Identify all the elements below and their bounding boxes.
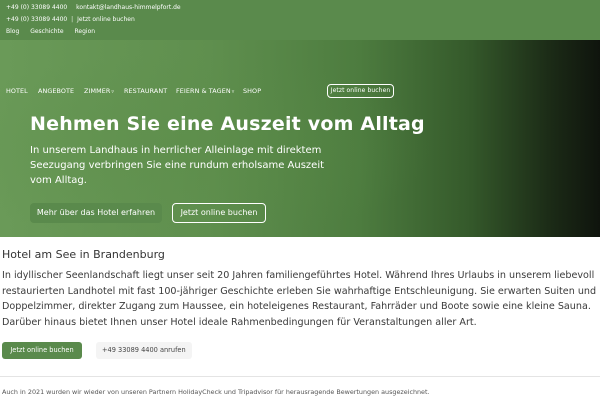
awards-note: Auch in 2021 wurden wir wieder von unser… [2, 388, 430, 396]
top-bar: +49 (0) 33089 4400 kontakt@landhaus-himm… [0, 0, 600, 40]
nav-item-hotel[interactable]: HOTEL [6, 87, 28, 95]
section-title: Hotel am See in Brandenburg [2, 248, 165, 261]
nav-item-shop[interactable]: SHOP [243, 87, 261, 95]
hero-banner: HOTEL ANGEBOTE ZIMMER▿ RESTAURANT FEIERN… [0, 40, 600, 237]
phone-link-secondary[interactable]: +49 (0) 33089 4400 [6, 16, 67, 23]
nav-item-restaurant[interactable]: RESTAURANT [124, 87, 167, 95]
book-online-button[interactable]: Jetzt online buchen [2, 342, 82, 359]
hero-text: In unserem Landhaus in herrlicher Allein… [30, 145, 325, 186]
nav-book-button[interactable]: Jetzt online buchen [327, 84, 394, 98]
book-online-link[interactable]: Jetzt online buchen [77, 16, 135, 23]
separator: | [71, 16, 74, 23]
nav-item-zimmer[interactable]: ZIMMER▿ [84, 87, 114, 96]
nav-item-feiern-tagen-label: FEIERN & TAGEN [176, 87, 231, 95]
nav-item-angebote[interactable]: ANGEBOTE [38, 87, 74, 95]
link-blog[interactable]: Blog [6, 28, 19, 35]
booking-row: +49 (0) 33089 4400 | Jetzt online buchen [6, 15, 135, 24]
intro-paragraph: In idyllischer Seenlandschaft liegt unse… [2, 270, 597, 328]
email-link[interactable]: kontakt@landhaus-himmelpfort.de [76, 4, 180, 11]
divider [0, 376, 600, 377]
nav-item-feiern-tagen[interactable]: FEIERN & TAGEN▿ [176, 87, 234, 96]
link-geschichte[interactable]: Geschichte [30, 28, 63, 35]
phone-link[interactable]: +49 (0) 33089 4400 [6, 4, 67, 11]
hero-book-button[interactable]: Jetzt online buchen [172, 203, 266, 223]
link-region[interactable]: Region [75, 28, 96, 35]
contact-row: +49 (0) 33089 4400 kontakt@landhaus-himm… [6, 3, 188, 12]
about-hotel-button[interactable]: Mehr über das Hotel erfahren [30, 203, 162, 223]
nav-item-zimmer-label: ZIMMER [84, 87, 111, 95]
chevron-down-icon: ▿ [231, 89, 235, 95]
secondary-links: Blog Geschichte Region [6, 27, 104, 36]
call-button[interactable]: +49 33089 4400 anrufen [96, 342, 192, 359]
chevron-down-icon: ▿ [111, 89, 114, 95]
hero-title: Nehmen Sie eine Auszeit vom Alltag [30, 113, 425, 135]
